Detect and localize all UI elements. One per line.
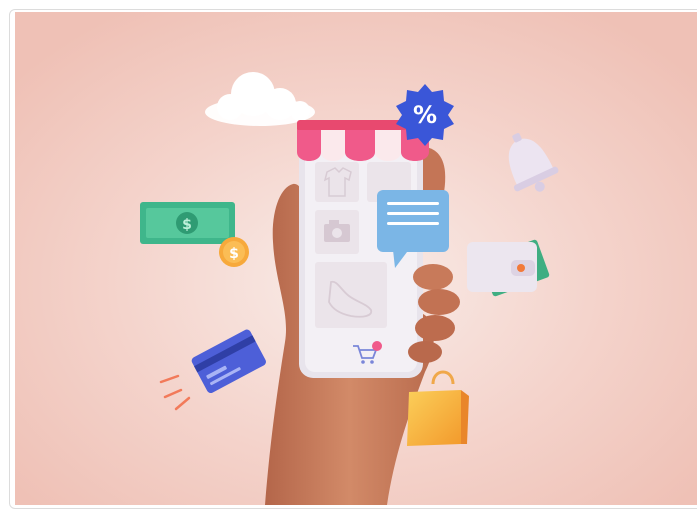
- smartphone: [299, 140, 423, 378]
- illustration-canvas: $ $ %: [15, 12, 697, 505]
- banknote-icon: $: [140, 202, 235, 244]
- mobile-shopping-illustration: $ $ %: [15, 12, 697, 505]
- sneaker-icon: [315, 262, 387, 328]
- coin-symbol: $: [229, 246, 239, 262]
- camera-icon: [315, 210, 359, 254]
- coin-icon: $: [219, 237, 249, 267]
- discount-badge-text: %: [413, 101, 437, 129]
- banknote-symbol: $: [182, 217, 192, 233]
- shirt-icon: [315, 162, 359, 202]
